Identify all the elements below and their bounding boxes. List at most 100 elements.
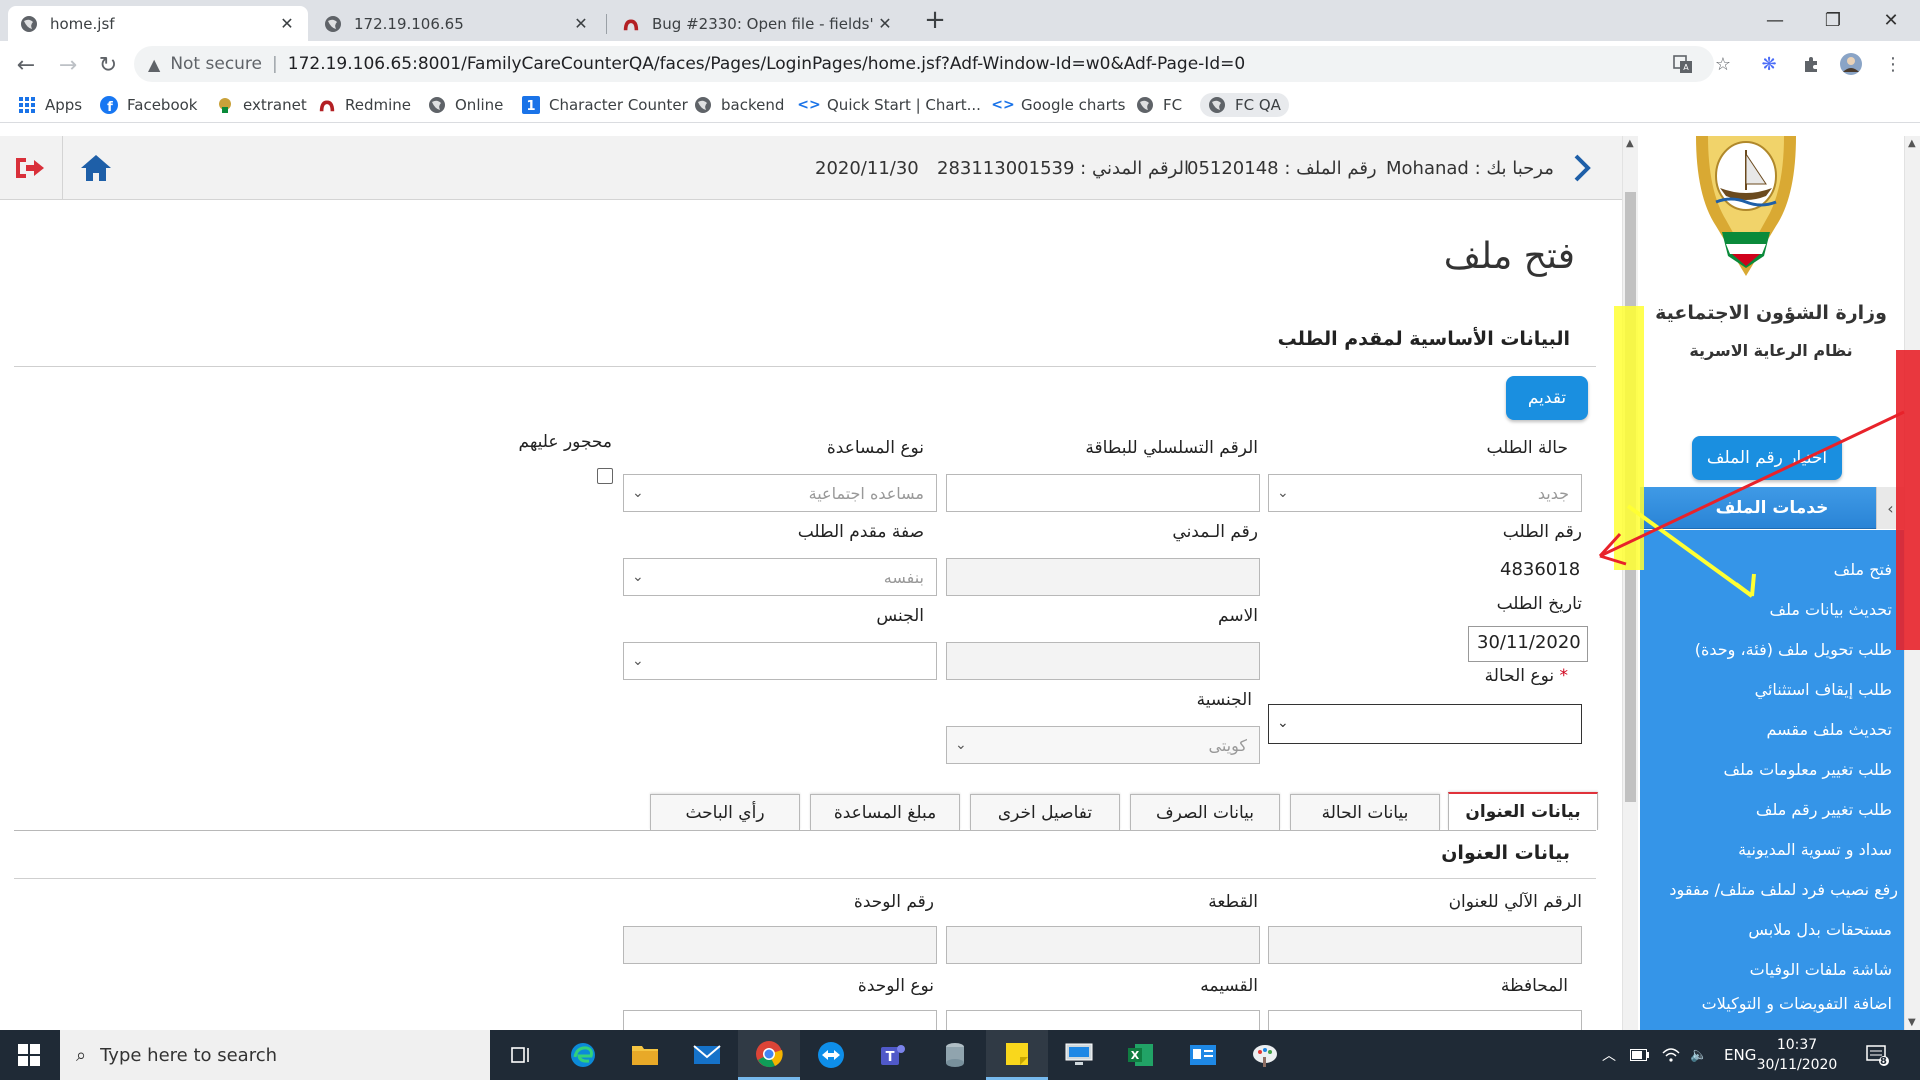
applicant-capacity-select[interactable]: بنفسه ⌄ bbox=[623, 558, 937, 596]
request-date-input[interactable]: 30/11/2020 bbox=[1468, 626, 1588, 662]
wifi-icon[interactable] bbox=[1662, 1030, 1680, 1080]
bookmark-redmine[interactable]: Redmine bbox=[318, 93, 411, 117]
logout-icon[interactable] bbox=[12, 150, 48, 186]
choose-file-number-button[interactable]: اختيار رقم الملف bbox=[1692, 436, 1842, 480]
database-icon[interactable] bbox=[924, 1030, 986, 1080]
close-icon[interactable]: ✕ bbox=[876, 14, 894, 33]
taskbar-search[interactable]: ⌕ Type here to search bbox=[60, 1030, 490, 1080]
tab-researcher-opinion[interactable]: رأي الباحث bbox=[650, 794, 800, 830]
tab-ip[interactable]: 172.19.106.65 ✕ bbox=[312, 6, 602, 41]
menu-kebab-icon[interactable]: ⋮ bbox=[1880, 51, 1906, 77]
unit-number-input[interactable] bbox=[623, 926, 937, 964]
scroll-thumb[interactable] bbox=[1625, 192, 1636, 802]
teamviewer-icon[interactable] bbox=[800, 1030, 862, 1080]
case-type-select[interactable]: ⌄ bbox=[1268, 704, 1582, 744]
name-input[interactable] bbox=[946, 642, 1260, 680]
main-scrollbar[interactable]: ▲ bbox=[1622, 136, 1638, 1030]
service-clothing-allowance[interactable]: مستحقات بدل ملابس bbox=[1748, 920, 1892, 939]
new-tab-button[interactable]: + bbox=[920, 6, 950, 36]
remote-desktop-icon[interactable] bbox=[1048, 1030, 1110, 1080]
bookmark-online[interactable]: Online bbox=[428, 93, 503, 117]
back-button[interactable]: ← bbox=[10, 49, 42, 81]
service-death-files[interactable]: شاشة ملفات الوفيات bbox=[1750, 960, 1892, 979]
bookmark-fc-qa[interactable]: FC QA bbox=[1200, 93, 1289, 117]
governorate-select[interactable] bbox=[1268, 1010, 1582, 1030]
chevron-left-icon[interactable]: ‹ bbox=[1876, 487, 1904, 529]
scroll-down-arrow[interactable]: ▼ bbox=[1908, 1017, 1916, 1028]
mail-icon[interactable] bbox=[676, 1030, 738, 1080]
bookmark-character-counter[interactable]: 1 Character Counter bbox=[522, 93, 688, 117]
service-change-file-number[interactable]: طلب تغيير رقم ملف bbox=[1756, 800, 1892, 819]
service-update-split-file[interactable]: تحديث ملف مقسم bbox=[1766, 720, 1892, 739]
extensions-puzzle-icon[interactable] bbox=[1798, 51, 1824, 77]
submit-button[interactable]: تقديم bbox=[1506, 376, 1588, 420]
scroll-up-arrow[interactable]: ▲ bbox=[1908, 138, 1916, 149]
taskbar-clock[interactable]: 10:37 30/11/2020 bbox=[1752, 1035, 1842, 1075]
tab-assistance-amount[interactable]: مبلغ المساعدة bbox=[810, 794, 960, 830]
interdicted-checkbox[interactable] bbox=[597, 468, 613, 484]
tab-address[interactable]: بيانات العنوان bbox=[1448, 792, 1598, 830]
service-transfer-file[interactable]: طلب تحويل ملف (فئة، وحدة) bbox=[1695, 640, 1892, 659]
close-icon[interactable]: ✕ bbox=[572, 14, 590, 33]
excel-icon[interactable]: X bbox=[1110, 1030, 1172, 1080]
volume-icon[interactable]: 🔈 bbox=[1690, 1030, 1707, 1080]
auto-number-input[interactable] bbox=[1268, 926, 1582, 964]
windows-start-icon[interactable] bbox=[0, 1030, 58, 1080]
card-serial-input[interactable] bbox=[946, 474, 1260, 512]
tab-bug[interactable]: Bug #2330: Open file - fields' val ✕ bbox=[610, 6, 906, 41]
bookmark-facebook[interactable]: f Facebook bbox=[100, 93, 197, 117]
outlook-card-icon[interactable] bbox=[1172, 1030, 1234, 1080]
plot-input[interactable] bbox=[946, 1010, 1260, 1030]
sticky-notes-icon[interactable] bbox=[986, 1030, 1048, 1080]
tab-home[interactable]: home.jsf ✕ bbox=[8, 6, 308, 41]
star-icon[interactable]: ☆ bbox=[1710, 51, 1736, 77]
nationality-select[interactable]: كويتى ⌄ bbox=[946, 726, 1260, 764]
request-status-select[interactable]: جديد ⌄ bbox=[1268, 474, 1582, 512]
notification-center-icon[interactable]: 8 bbox=[1866, 1030, 1890, 1080]
chrome-icon[interactable] bbox=[738, 1030, 800, 1080]
file-explorer-icon[interactable] bbox=[614, 1030, 676, 1080]
service-raise-member-share[interactable]: رفع نصيب فرد لملف متلف/ مفقود bbox=[1669, 880, 1898, 899]
tab-other-details[interactable]: تفاصيل اخرى bbox=[970, 794, 1120, 830]
unit-type-select[interactable] bbox=[623, 1010, 937, 1030]
bookmark-fc[interactable]: FC bbox=[1136, 93, 1182, 117]
close-window-button[interactable]: ✕ bbox=[1862, 0, 1920, 40]
translate-icon[interactable]: A bbox=[1670, 51, 1696, 77]
extension-snowflake-icon[interactable]: ❋ bbox=[1756, 51, 1782, 77]
assistance-type-select[interactable]: مساعده اجتماعية ⌄ bbox=[623, 474, 937, 512]
file-services-header[interactable]: خدمات الملف bbox=[1640, 487, 1904, 529]
maximize-button[interactable]: ❐ bbox=[1804, 0, 1862, 40]
block-input[interactable] bbox=[946, 926, 1260, 964]
address-bar[interactable]: ▲ Not secure | 172.19.106.65:8001/Family… bbox=[134, 46, 1714, 82]
chevron-right-icon[interactable] bbox=[1568, 150, 1596, 186]
tab-case[interactable]: بيانات الحالة bbox=[1290, 794, 1440, 830]
tab-disbursement[interactable]: بيانات الصرف bbox=[1130, 794, 1280, 830]
bookmark-extranet[interactable]: extranet bbox=[216, 93, 307, 117]
bookmark-backend[interactable]: backend bbox=[694, 93, 784, 117]
battery-icon[interactable] bbox=[1630, 1030, 1650, 1080]
civil-id-input[interactable] bbox=[946, 558, 1260, 596]
bookmark-apps[interactable]: Apps bbox=[18, 93, 82, 117]
edge-icon[interactable] bbox=[552, 1030, 614, 1080]
reload-button[interactable]: ↻ bbox=[92, 49, 124, 81]
bookmark-quick-start[interactable]: <> Quick Start | Chart... bbox=[797, 93, 981, 117]
service-change-file-info[interactable]: طلب تغيير معلومات ملف bbox=[1724, 760, 1892, 779]
profile-avatar[interactable] bbox=[1838, 51, 1864, 77]
home-icon[interactable] bbox=[78, 150, 114, 186]
gender-select[interactable]: ⌄ bbox=[623, 642, 937, 680]
bookmark-google-charts[interactable]: <> Google charts bbox=[991, 93, 1125, 117]
minimize-button[interactable]: — bbox=[1746, 0, 1804, 40]
service-authorizations[interactable]: اضافة التفويضات و التوكيلات bbox=[1702, 994, 1892, 1013]
close-icon[interactable]: ✕ bbox=[278, 14, 296, 33]
service-exceptional-stop[interactable]: طلب إيقاف استثنائي bbox=[1755, 680, 1892, 699]
scroll-up-arrow[interactable]: ▲ bbox=[1626, 138, 1634, 149]
forward-button[interactable]: → bbox=[52, 49, 84, 81]
service-debt-settlement[interactable]: سداد و تسوية المديونية bbox=[1738, 840, 1892, 859]
sidebar-scrollbar[interactable]: ▲ ▼ bbox=[1904, 136, 1920, 1030]
paint-icon[interactable] bbox=[1234, 1030, 1296, 1080]
task-view-icon[interactable] bbox=[490, 1030, 552, 1080]
show-hidden-icons[interactable]: ︿ bbox=[1602, 1030, 1616, 1080]
service-update-file-data[interactable]: تحديث بيانات ملف bbox=[1770, 600, 1893, 619]
service-open-file[interactable]: فتح ملف bbox=[1834, 560, 1892, 579]
teams-icon[interactable]: T bbox=[862, 1030, 924, 1080]
